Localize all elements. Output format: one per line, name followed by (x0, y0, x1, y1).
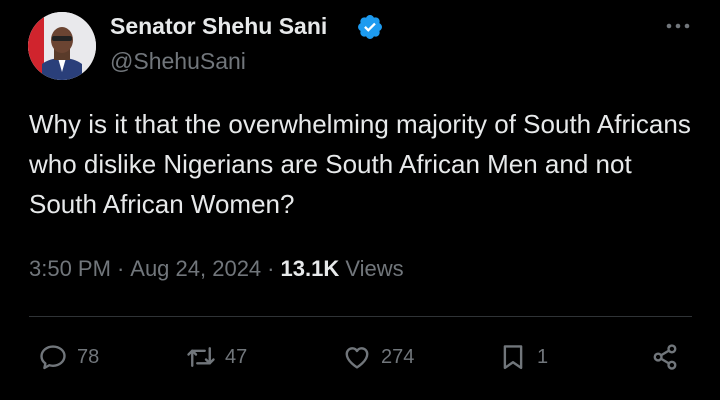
verified-badge-icon (358, 15, 382, 39)
retweet-button[interactable]: 47 (186, 340, 247, 374)
more-horizontal-icon[interactable] (664, 18, 692, 34)
reply-button[interactable]: 78 (38, 340, 99, 374)
like-count: 274 (381, 345, 415, 368)
share-button[interactable] (650, 340, 680, 374)
views-count: 13.1K (280, 256, 340, 281)
reply-icon (40, 345, 66, 370)
views-label: Views (345, 256, 404, 281)
author-handle[interactable]: @ShehuSani (110, 48, 246, 75)
meta-separator: · (116, 256, 125, 281)
author-name[interactable]: Senator Shehu Sani (110, 13, 327, 40)
tweet-meta: 3:50 PM · Aug 24, 2024 · 13.1K Views (29, 256, 404, 282)
share-icon (653, 344, 677, 370)
meta-separator: · (267, 256, 275, 281)
bookmark-count: 1 (537, 345, 549, 368)
reply-count: 78 (77, 345, 100, 368)
avatar[interactable] (28, 12, 96, 80)
bookmark-icon (503, 345, 523, 370)
bookmark-button[interactable]: 1 (498, 340, 548, 374)
retweet-icon (187, 347, 215, 367)
tweet-date[interactable]: Aug 24, 2024 (130, 256, 261, 281)
heart-icon (345, 347, 369, 369)
divider (29, 316, 692, 317)
tweet: Senator Shehu Sani @ShehuSani Why is it … (0, 0, 720, 400)
retweet-count: 47 (225, 345, 248, 368)
tweet-time[interactable]: 3:50 PM (29, 256, 111, 281)
like-button[interactable]: 274 (342, 340, 414, 374)
tweet-text: Why is it that the overwhelming majority… (29, 109, 691, 219)
